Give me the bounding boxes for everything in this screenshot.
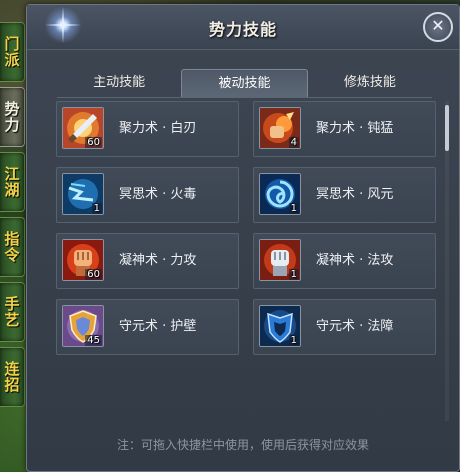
skill-slot[interactable]: 1 守元术 · 法障 bbox=[253, 299, 436, 355]
faction-skills-panel: 势力技能 ✕ 主动技能 被动技能 修炼技能 60 聚力术 · 白刃 4 聚力术 … bbox=[26, 4, 460, 472]
skill-name: 聚力术 · 白刃 bbox=[119, 121, 197, 136]
skill-slot[interactable]: 45 守元术 · 护壁 bbox=[56, 299, 239, 355]
skill-name: 冥思术 · 火毒 bbox=[119, 187, 197, 202]
tab-passive-skills[interactable]: 被动技能 bbox=[181, 69, 308, 97]
skill-slot[interactable]: 60 凝神术 · 力攻 bbox=[56, 233, 239, 289]
tab-active-skills[interactable]: 主动技能 bbox=[57, 69, 181, 97]
side-tab-label: 江湖 bbox=[2, 166, 21, 198]
skill-level: 1 bbox=[288, 335, 299, 346]
skill-level: 45 bbox=[85, 335, 102, 346]
panel-title: 势力技能 bbox=[208, 20, 277, 39]
side-tab-sect[interactable]: 门派 bbox=[0, 22, 25, 82]
side-tab-faction[interactable]: 势力 bbox=[0, 87, 25, 147]
lightning-icon[interactable]: 1 bbox=[62, 173, 104, 215]
skill-level: 4 bbox=[288, 137, 299, 148]
side-tab-crafts[interactable]: 手艺 bbox=[0, 282, 25, 342]
blue-shield-icon[interactable]: 1 bbox=[259, 305, 301, 347]
scrollbar[interactable] bbox=[445, 101, 449, 421]
side-tab-label: 指令 bbox=[2, 231, 21, 263]
skill-name: 守元术 · 护壁 bbox=[119, 319, 197, 334]
skill-level: 60 bbox=[85, 269, 102, 280]
side-tab-commands[interactable]: 指令 bbox=[0, 217, 25, 277]
skill-tabs: 主动技能 被动技能 修炼技能 bbox=[57, 69, 432, 98]
skill-name: 凝神术 · 法攻 bbox=[316, 253, 394, 268]
side-tabs: 门派 势力 江湖 指令 手艺 连招 bbox=[0, 22, 28, 412]
side-tab-label: 势力 bbox=[2, 101, 21, 133]
fist-strike-icon[interactable]: 4 bbox=[259, 107, 301, 149]
skill-name: 守元术 · 法障 bbox=[316, 319, 394, 334]
skill-name: 凝神术 · 力攻 bbox=[119, 253, 197, 268]
panel-header: 势力技能 ✕ bbox=[27, 5, 459, 50]
side-tab-label: 连招 bbox=[2, 361, 21, 393]
close-button[interactable]: ✕ bbox=[423, 12, 453, 42]
side-tab-label: 手艺 bbox=[2, 296, 21, 328]
skill-level: 60 bbox=[85, 137, 102, 148]
shield-icon[interactable]: 45 bbox=[62, 305, 104, 347]
usage-note: 注：可拖入快捷栏中使用，使用后获得对应效果 bbox=[116, 438, 369, 452]
spell-fist-icon[interactable]: 1 bbox=[259, 239, 301, 281]
side-tab-jianghu[interactable]: 江湖 bbox=[0, 152, 25, 212]
sword-icon[interactable]: 60 bbox=[62, 107, 104, 149]
skill-slot[interactable]: 1 冥思术 · 火毒 bbox=[56, 167, 239, 223]
skill-grid: 60 聚力术 · 白刃 4 聚力术 · 钝猛 1 冥思术 · 火毒 1 冥思术 … bbox=[56, 101, 436, 355]
skill-level: 1 bbox=[288, 203, 299, 214]
tab-cultivation-skills[interactable]: 修炼技能 bbox=[308, 69, 432, 97]
scrollbar-thumb[interactable] bbox=[445, 105, 449, 151]
side-tab-label: 门派 bbox=[2, 36, 21, 68]
side-tab-combos[interactable]: 连招 bbox=[0, 347, 25, 407]
skill-level: 1 bbox=[91, 203, 102, 214]
skill-level: 1 bbox=[288, 269, 299, 280]
skill-slot[interactable]: 1 冥思术 · 风元 bbox=[253, 167, 436, 223]
skill-slot[interactable]: 4 聚力术 · 钝猛 bbox=[253, 101, 436, 157]
red-fist-icon[interactable]: 60 bbox=[62, 239, 104, 281]
skill-name: 冥思术 · 风元 bbox=[316, 187, 394, 202]
skill-name: 聚力术 · 钝猛 bbox=[316, 121, 394, 136]
skill-slot[interactable]: 1 凝神术 · 法攻 bbox=[253, 233, 436, 289]
skill-slot[interactable]: 60 聚力术 · 白刃 bbox=[56, 101, 239, 157]
swirl-icon[interactable]: 1 bbox=[259, 173, 301, 215]
